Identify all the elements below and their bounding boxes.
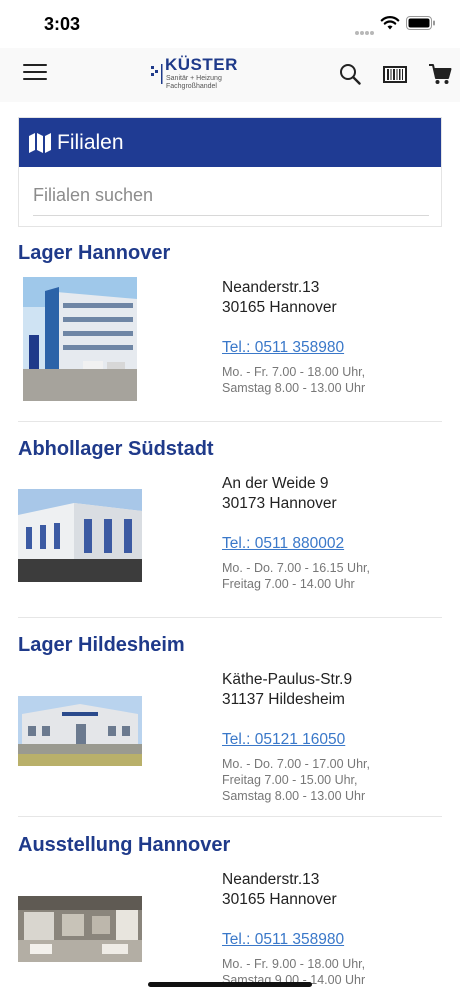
- branch-photo: [18, 489, 142, 582]
- cellular-signal-icon: [355, 22, 377, 35]
- branch-search-input[interactable]: [33, 176, 429, 216]
- hours-line: Mo. - Do. 7.00 - 16.15 Uhr,: [222, 561, 370, 575]
- wifi-icon: [380, 16, 400, 30]
- branch-opening-hours: Mo. - Do. 7.00 - 17.00 Uhr, Freitag 7.00…: [222, 756, 442, 804]
- branches-panel: Filialen: [18, 117, 442, 227]
- kuester-logo[interactable]: KÜSTER Sanitär + Heizung Fachgroßhandel: [150, 54, 240, 96]
- hours-line: Freitag 7.00 - 14.00 Uhr: [222, 577, 355, 591]
- branch-photo: [18, 696, 142, 766]
- battery-icon: [406, 16, 435, 30]
- divider: [18, 816, 442, 817]
- branch-item-abhollager-suedstadt[interactable]: Abhollager Südstadt An der Weide 9 30173…: [18, 438, 442, 603]
- branch-city: 30173 Hannover: [222, 495, 337, 512]
- branch-city: 30165 Hannover: [222, 891, 337, 908]
- branch-street: Käthe-Paulus-Str.9: [222, 671, 353, 688]
- branch-name: Ausstellung Hannover: [18, 834, 231, 856]
- branch-city: 31137 Hildesheim: [222, 691, 345, 708]
- branch-details: Käthe-Paulus-Str.9 31137 Hildesheim Tel.…: [222, 670, 442, 804]
- branch-name: Lager Hannover: [18, 242, 171, 264]
- branch-city: 30165 Hannover: [222, 299, 337, 316]
- branches-panel-header: Filialen: [19, 118, 441, 167]
- branch-opening-hours: Mo. - Do. 7.00 - 16.15 Uhr, Freitag 7.00…: [222, 560, 442, 592]
- branch-opening-hours: Mo. - Fr. 7.00 - 18.00 Uhr, Samstag 8.00…: [222, 364, 442, 396]
- search-icon[interactable]: [339, 63, 361, 85]
- hamburger-menu-icon[interactable]: [23, 64, 47, 82]
- home-indicator[interactable]: [148, 982, 312, 987]
- divider: [18, 617, 442, 618]
- logo-tagline-line-1: Sanitär + Heizung: [166, 75, 222, 82]
- hours-line: Samstag 8.00 - 13.00 Uhr: [222, 789, 366, 803]
- logo-tagline: Sanitär + Heizung Fachgroßhandel: [166, 75, 222, 91]
- page-title: Filialen: [57, 130, 124, 154]
- hours-line: Freitag 7.00 - 15.00 Uhr,: [222, 773, 358, 787]
- branch-phone-link[interactable]: Tel.: 05121 16050: [222, 730, 345, 750]
- branch-phone-link[interactable]: Tel.: 0511 358980: [222, 930, 344, 950]
- branch-street: An der Weide 9: [222, 475, 329, 492]
- branch-phone-link[interactable]: Tel.: 0511 358980: [222, 338, 344, 358]
- branch-details: Neanderstr.13 30165 Hannover Tel.: 0511 …: [222, 278, 442, 396]
- branch-name: Abhollager Südstadt: [18, 438, 214, 460]
- branch-street: Neanderstr.13: [222, 871, 320, 888]
- status-bar: 3:03: [0, 0, 460, 48]
- branch-item-ausstellung-hannover[interactable]: Ausstellung Hannover Neanderstr.13 30165…: [18, 834, 442, 994]
- branch-item-lager-hannover[interactable]: Lager Hannover Neanderstr.13 30165 Hanno…: [18, 242, 442, 407]
- branch-phone-link[interactable]: Tel.: 0511 880002: [222, 534, 344, 554]
- branch-photo: [23, 277, 137, 401]
- shopping-cart-icon[interactable]: [428, 63, 452, 85]
- branch-street: Neanderstr.13: [222, 279, 320, 296]
- branch-details: Neanderstr.13 30165 Hannover Tel.: 0511 …: [222, 870, 442, 988]
- hours-line: Mo. - Fr. 9.00 - 18.00 Uhr,: [222, 957, 366, 971]
- logo-wordmark: KÜSTER: [165, 55, 238, 74]
- hours-line: Mo. - Do. 7.00 - 17.00 Uhr,: [222, 757, 370, 771]
- map-icon: [29, 132, 51, 153]
- branch-details: An der Weide 9 30173 Hannover Tel.: 0511…: [222, 474, 442, 592]
- branch-photo: [18, 896, 142, 962]
- branch-name: Lager Hildesheim: [18, 634, 185, 656]
- hours-line: Samstag 8.00 - 13.00 Uhr: [222, 381, 366, 395]
- logo-tagline-line-2: Fachgroßhandel: [166, 83, 217, 90]
- app-header: KÜSTER Sanitär + Heizung Fachgroßhandel: [0, 48, 460, 102]
- branch-item-lager-hildesheim[interactable]: Lager Hildesheim Käthe-Paulus-Str.9 3113…: [18, 634, 442, 804]
- divider: [18, 421, 442, 422]
- hours-line: Mo. - Fr. 7.00 - 18.00 Uhr,: [222, 365, 366, 379]
- barcode-scanner-icon[interactable]: [383, 66, 407, 83]
- status-time: 3:03: [44, 14, 81, 34]
- logo-mark-icon: [151, 64, 163, 84]
